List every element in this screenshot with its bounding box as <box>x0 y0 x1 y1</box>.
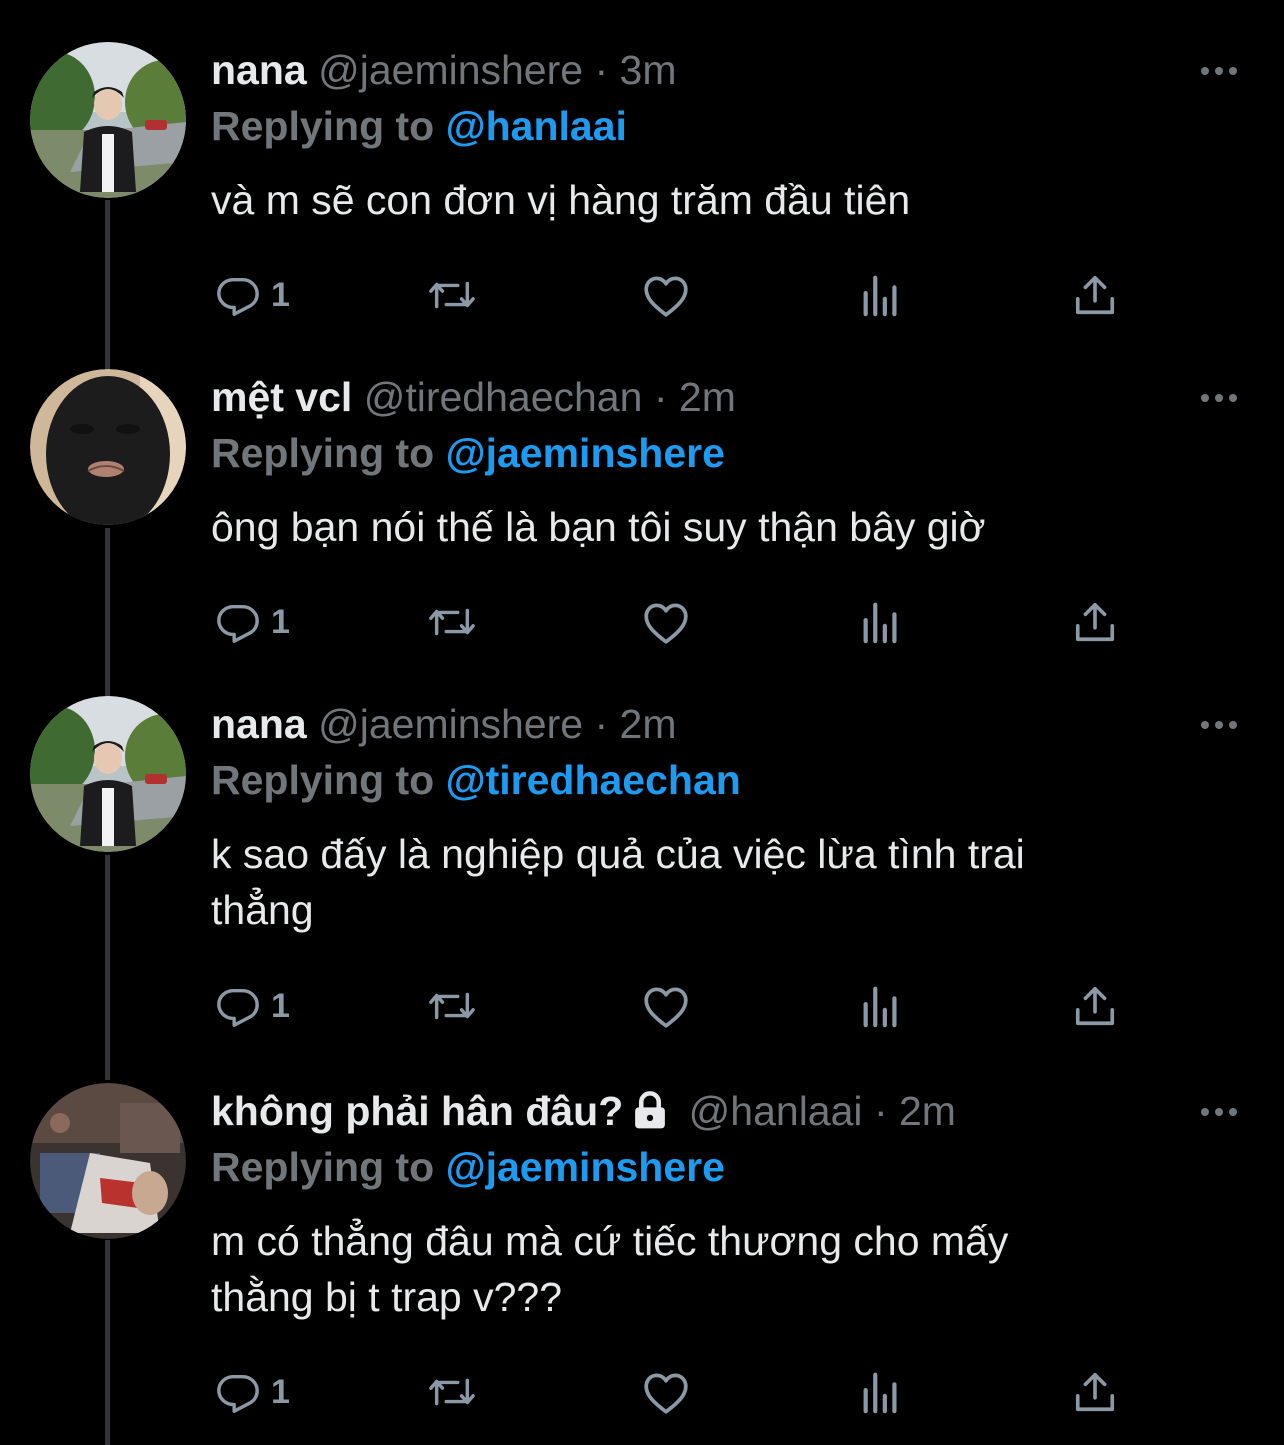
thread-line <box>105 528 110 696</box>
reply-count: 1 <box>271 275 290 314</box>
display-name[interactable]: mệt vcl <box>211 374 352 420</box>
retweet-icon <box>429 992 475 1020</box>
like-icon <box>644 276 688 317</box>
separator-dot: · <box>873 1088 888 1134</box>
timestamp[interactable]: 2m <box>899 1088 956 1134</box>
reply-count: 1 <box>271 1372 290 1411</box>
more-options-icon[interactable] <box>1199 383 1239 413</box>
analytics-button[interactable] <box>860 1362 902 1422</box>
user-handle[interactable]: @tiredhaechan <box>364 374 643 420</box>
analytics-button[interactable] <box>860 976 902 1036</box>
reply-button[interactable]: 1 <box>215 592 290 652</box>
retweet-button[interactable] <box>426 1362 478 1422</box>
separator-dot: · <box>594 47 609 93</box>
reply-icon <box>217 604 259 643</box>
tweet-actions: 1 <box>211 976 1131 1036</box>
like-button[interactable] <box>641 976 691 1036</box>
share-button[interactable] <box>1073 1362 1117 1422</box>
replying-to-handle[interactable]: @jaeminshere <box>446 1144 725 1190</box>
avatar[interactable] <box>30 42 186 198</box>
retweet-button[interactable] <box>426 592 478 652</box>
avatar[interactable] <box>30 696 186 852</box>
timestamp[interactable]: 2m <box>620 701 677 747</box>
retweet-button[interactable] <box>426 976 478 1036</box>
retweet-button[interactable] <box>426 265 478 325</box>
retweet-icon <box>429 1378 475 1406</box>
analytics-icon <box>863 1372 897 1414</box>
tweet-actions: 1 <box>211 1362 1131 1422</box>
reply-count: 1 <box>271 986 290 1025</box>
like-button[interactable] <box>641 1362 691 1422</box>
tweet-text: m có thẳng đâu mà cứ tiếc thương cho mấy… <box>211 1218 1009 1320</box>
display-name[interactable]: không phải hân đâu? <box>211 1088 623 1134</box>
share-button[interactable] <box>1073 592 1117 652</box>
thread-line <box>105 200 110 370</box>
retweet-icon <box>429 608 475 636</box>
reply-icon <box>217 988 259 1027</box>
like-icon <box>644 1373 688 1414</box>
like-icon <box>644 987 688 1028</box>
user-handle[interactable]: @jaeminshere <box>318 701 583 747</box>
analytics-icon <box>863 602 897 644</box>
share-icon <box>1075 275 1115 315</box>
retweet-icon <box>429 281 475 309</box>
replying-to-handle[interactable]: @tiredhaechan <box>446 757 741 803</box>
like-button[interactable] <box>641 592 691 652</box>
display-name[interactable]: nana <box>211 47 307 93</box>
tweet-text: và m sẽ con đơn vị hàng trăm đầu tiên <box>211 177 911 223</box>
tweet-text: ông bạn nói thế là bạn tôi suy thận bây … <box>211 504 986 550</box>
reply-icon <box>217 1374 259 1413</box>
tweet-actions: 1 <box>211 592 1131 652</box>
separator-dot: · <box>653 374 668 420</box>
more-options-icon[interactable] <box>1199 1097 1239 1127</box>
reply-thread: nana @jaeminshere · 3m Replying to @hanl… <box>0 0 1284 1445</box>
share-button[interactable] <box>1073 976 1117 1036</box>
reply-count: 1 <box>271 602 290 641</box>
user-handle[interactable]: @jaeminshere <box>318 47 583 93</box>
replying-to-label: Replying to <box>211 757 435 803</box>
replying-to-handle[interactable]: @jaeminshere <box>446 430 725 476</box>
avatar[interactable] <box>30 369 186 525</box>
analytics-icon <box>863 986 897 1028</box>
separator-dot: · <box>594 701 609 747</box>
reply-button[interactable]: 1 <box>215 976 290 1036</box>
thread-line <box>105 855 110 1080</box>
analytics-button[interactable] <box>860 592 902 652</box>
more-options-icon[interactable] <box>1199 710 1239 740</box>
like-button[interactable] <box>641 265 691 325</box>
analytics-button[interactable] <box>860 265 902 325</box>
replying-to-handle[interactable]: @hanlaai <box>446 103 627 149</box>
timestamp[interactable]: 3m <box>620 47 677 93</box>
tweet-text: k sao đấy là nghiệp quả của việc lừa tìn… <box>211 831 1025 933</box>
replying-to-label: Replying to <box>211 1144 435 1190</box>
display-name[interactable]: nana <box>211 701 307 747</box>
lock-icon <box>635 1091 666 1129</box>
timestamp[interactable]: 2m <box>679 374 736 420</box>
reply-button[interactable]: 1 <box>215 265 290 325</box>
avatar[interactable] <box>30 1083 186 1239</box>
reply-icon <box>217 277 259 316</box>
analytics-icon <box>863 275 897 317</box>
share-icon <box>1075 602 1115 642</box>
replying-to-label: Replying to <box>211 430 435 476</box>
like-icon <box>644 603 688 644</box>
thread-line <box>105 1240 110 1445</box>
more-options-icon[interactable] <box>1199 56 1239 86</box>
replying-to-label: Replying to <box>211 103 435 149</box>
tweet-actions: 1 <box>211 265 1131 325</box>
reply-button[interactable]: 1 <box>215 1362 290 1422</box>
share-icon <box>1075 1372 1115 1412</box>
share-button[interactable] <box>1073 265 1117 325</box>
share-icon <box>1075 986 1115 1026</box>
user-handle[interactable]: @hanlaai <box>689 1088 863 1134</box>
